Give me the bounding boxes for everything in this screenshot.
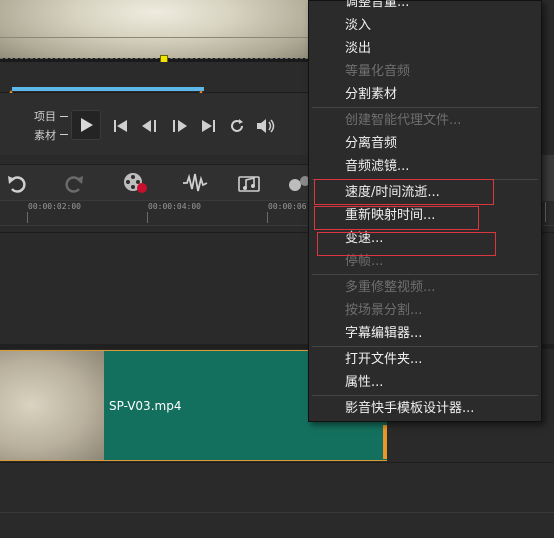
volume-button[interactable] <box>256 116 276 136</box>
mode-project-tick <box>60 116 68 117</box>
menu-item-normalize-audio: 等量化音频 <box>345 64 411 79</box>
step-back-icon <box>142 120 156 132</box>
audio-mixer-button[interactable] <box>180 168 210 198</box>
record-capture-button[interactable] <box>120 168 150 198</box>
menu-item-split-audio[interactable]: 分离音频 <box>345 136 397 152</box>
trim-range[interactable] <box>12 87 204 91</box>
play-button[interactable] <box>71 110 101 140</box>
ruler-tick-label: 00:00:02:00 <box>28 202 81 211</box>
speaker-icon <box>257 119 275 133</box>
ruler-tick-label: 00:00:04:00 <box>148 202 201 211</box>
undo-button[interactable] <box>1 168 31 198</box>
ruler-tick <box>147 212 148 223</box>
menu-item-audio-filter[interactable]: 音频滤镜... <box>345 159 409 175</box>
lower-track[interactable] <box>0 462 554 538</box>
next-frame-button[interactable] <box>169 116 189 136</box>
go-to-start-button[interactable] <box>111 116 131 136</box>
preview-divider <box>0 37 308 38</box>
clip-trim-handle[interactable] <box>383 425 387 459</box>
previous-frame-button[interactable] <box>140 116 160 136</box>
step-forward-icon <box>173 120 187 132</box>
mode-clip-label[interactable]: 素材 <box>34 127 56 143</box>
ruler-tick <box>545 202 554 222</box>
waveform-icon <box>183 173 208 192</box>
ruler-tick <box>267 212 268 223</box>
film-reel-record-icon <box>124 173 147 193</box>
highlight-box <box>317 232 496 256</box>
ruler-tick-label: 00:00:06 <box>268 202 307 211</box>
highlight-box <box>314 179 494 205</box>
redo-icon <box>65 176 83 193</box>
repeat-button[interactable] <box>227 116 247 136</box>
menu-separator <box>312 346 538 347</box>
menu-item-fade-out[interactable]: 淡出 <box>345 41 371 57</box>
repeat-icon <box>231 119 243 132</box>
play-icon <box>81 118 93 132</box>
auto-music-button[interactable] <box>236 168 266 198</box>
menu-item-fade-in[interactable]: 淡入 <box>345 18 371 34</box>
menu-item-multi-trim: 多重修整视频... <box>345 280 436 295</box>
menu-item-split-by-scene: 按场景分割... <box>345 303 423 318</box>
menu-item-properties[interactable]: 属性... <box>345 375 383 391</box>
music-film-icon <box>238 176 260 192</box>
menu-item-template-designer[interactable]: 影音快手模板设计器... <box>345 401 474 417</box>
mode-clip-tick <box>60 134 68 135</box>
menu-separator <box>312 107 538 108</box>
menu-item-freeze-frame: 停帧... <box>345 254 384 269</box>
menu-item-create-proxy: 创建智能代理文件... <box>345 113 462 128</box>
ruler-tick <box>27 212 28 223</box>
clip-name: SP-V03.mp4 <box>109 399 182 413</box>
go-to-end-button[interactable] <box>198 116 218 136</box>
redo-button[interactable] <box>60 168 90 198</box>
menu-separator <box>312 395 538 396</box>
video-preview <box>0 0 308 62</box>
track-divider <box>0 512 554 513</box>
highlight-box <box>314 206 479 230</box>
menu-separator <box>312 274 538 275</box>
menu-item-split-clip[interactable]: 分割素材 <box>345 87 397 103</box>
mode-project-label[interactable]: 项目 <box>34 108 56 124</box>
menu-item-subtitle-editor[interactable]: 字幕编辑器... <box>345 326 422 342</box>
panel-edge <box>541 155 554 200</box>
skip-end-icon <box>202 120 215 132</box>
undo-icon <box>8 176 26 193</box>
skip-start-icon <box>114 120 127 132</box>
menu-item-adjust-volume[interactable]: 调整音量... <box>345 0 409 11</box>
menu-item-open-folder[interactable]: 打开文件夹... <box>345 352 422 368</box>
